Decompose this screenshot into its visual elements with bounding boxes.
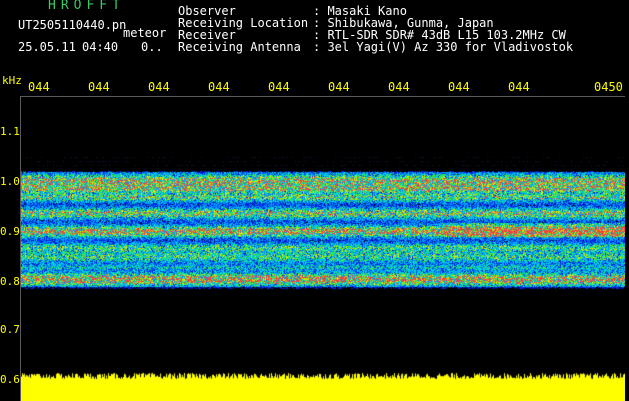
time-tick: 044 <box>88 80 110 94</box>
mode-label: meteor <box>123 26 167 40</box>
freq-tick: 0.8 <box>0 275 20 288</box>
info-antenna-value: : 3el Yagi(V) Az 330 for Vladivostok <box>313 40 574 54</box>
freq-tick: 1.0 <box>0 175 20 188</box>
brand-title: HROFFT <box>48 0 125 13</box>
time-label: 04:40 <box>82 40 119 54</box>
time-tick: 044 <box>208 80 230 94</box>
time-tick: 044 <box>448 80 470 94</box>
time-tick: 044 <box>328 80 350 94</box>
time-tick: 044 <box>148 80 170 94</box>
percent-label: 0.. <box>141 40 163 54</box>
spectrogram-canvas <box>20 96 625 401</box>
date-label: 25.05.11 <box>18 40 76 54</box>
freq-tick: 0.7 <box>0 323 20 336</box>
freq-tick: 1.1 <box>0 125 20 138</box>
time-tick: 044 <box>388 80 410 94</box>
info-antenna-label: Receiving Antenna <box>178 40 301 54</box>
unit-label: kHz <box>2 74 22 87</box>
time-tick: 0450 <box>594 80 623 94</box>
freq-tick: 0.9 <box>0 225 20 238</box>
file-name: UT2505110440.pn <box>18 18 127 32</box>
time-tick: 044 <box>508 80 530 94</box>
time-tick: 044 <box>28 80 50 94</box>
freq-tick: 0.6 <box>0 373 20 386</box>
time-tick: 044 <box>268 80 290 94</box>
